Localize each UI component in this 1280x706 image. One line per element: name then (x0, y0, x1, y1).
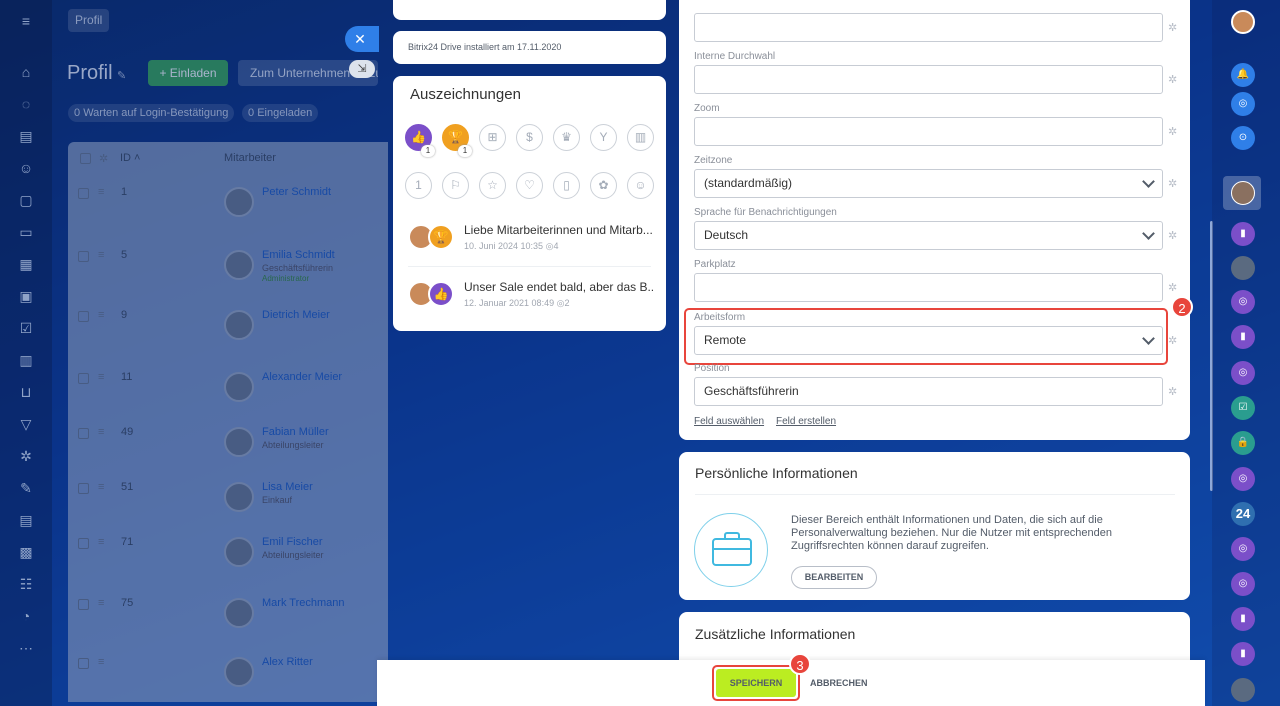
gear-icon[interactable]: ✲ (18, 448, 34, 464)
star-icon[interactable]: ☆ (479, 172, 506, 199)
personal-info-text: Dieser Bereich enthält Informationen und… (791, 514, 1113, 552)
field-settings-icon[interactable]: ✲ (1168, 229, 1177, 242)
cancel-button[interactable]: ABBRECHEN (810, 669, 868, 697)
close-slider-button[interactable]: ✕ (345, 26, 379, 52)
chevron-down-icon (1142, 175, 1155, 188)
chat-icon[interactable]: ▮ (1231, 325, 1255, 349)
chat-avatar[interactable] (1231, 181, 1255, 205)
position-input[interactable]: Geschäftsführerin (694, 377, 1163, 406)
cart-icon[interactable]: ⊔ (18, 384, 34, 400)
field-settings-icon[interactable]: ✲ (1168, 177, 1177, 190)
spiral-chat-icon[interactable]: ◎ (1231, 537, 1255, 561)
parking-input[interactable] (694, 273, 1163, 302)
flag-icon[interactable]: ⚐ (442, 172, 469, 199)
feed-icon[interactable]: ◌ (18, 96, 34, 112)
left-nav: ≡ ⌂ ◌ ▤ ☺ ▢ ▭ ▦ ▣ ☑ ▥ ⊔ ▽ ✲ ✎ ▤ ▩ ☷ ◔ ⋯ (0, 0, 52, 706)
divider (695, 494, 1175, 495)
checklist-icon[interactable]: ☑ (18, 320, 34, 336)
flower-icon[interactable]: ✿ (590, 172, 617, 199)
sign-icon[interactable]: ✎ (18, 480, 34, 496)
chat-icon[interactable]: ▮ (1231, 607, 1255, 631)
divider (408, 266, 651, 267)
smile-icon[interactable]: ☺ (627, 172, 654, 199)
more-icon[interactable]: ⋯ (18, 640, 34, 656)
cake-icon[interactable]: ▥ (627, 124, 654, 151)
workform-select[interactable]: Remote (694, 326, 1163, 355)
crown-icon[interactable]: ♛ (553, 124, 580, 151)
bell-icon[interactable]: 🔔 (1231, 63, 1255, 87)
drive-card: Bitrix24 Drive installiert am 17.11.2020 (393, 31, 666, 64)
step-marker-3: 3 (789, 653, 811, 675)
field-settings-icon[interactable]: ✲ (1168, 125, 1177, 138)
personal-info-title: Persönliche Informationen (695, 465, 858, 481)
user-avatar[interactable] (1231, 10, 1255, 34)
select-field-link[interactable]: Feld auswählen (694, 416, 764, 427)
menu-icon[interactable]: ≡ (18, 13, 34, 29)
field-settings-icon[interactable]: ✲ (1168, 281, 1177, 294)
personal-info-card: Persönliche Informationen Dieser Bereich… (679, 452, 1190, 600)
collapse-icon[interactable]: ⇲ (349, 60, 375, 78)
clock-icon[interactable]: ◔ (18, 608, 34, 624)
bitrix24-icon[interactable]: 24 (1231, 502, 1255, 526)
additional-info-title: Zusätzliche Informationen (695, 626, 856, 642)
chat-icon[interactable]: ▦ (18, 256, 34, 272)
store-icon[interactable]: ▤ (18, 512, 34, 528)
chevron-down-icon (1142, 227, 1155, 240)
group-icon[interactable]: ☷ (18, 576, 34, 592)
employees-icon[interactable]: ☺ (18, 160, 34, 176)
money-icon[interactable]: $ (516, 124, 543, 151)
awards-title: Auszeichnungen (410, 86, 521, 103)
thumbs-up-award-icon: 👍 (428, 281, 454, 307)
timezone-select[interactable]: (standardmäßig) (694, 169, 1163, 198)
spiral-chat-icon[interactable]: ◎ (1231, 572, 1255, 596)
spiral-chat-icon[interactable]: ◎ (1231, 361, 1255, 385)
group-avatar[interactable] (1231, 678, 1255, 702)
filter-icon[interactable]: ▽ (18, 416, 34, 432)
briefcase-icon (694, 513, 768, 587)
field-settings-icon[interactable]: ✲ (1168, 334, 1177, 347)
top-card (393, 0, 666, 20)
beer-icon[interactable]: ▯ (553, 172, 580, 199)
award-count-badge: 1 (458, 145, 472, 157)
spiral-chat-icon[interactable]: ◎ (1231, 290, 1255, 314)
company-icon[interactable]: ▩ (18, 544, 34, 560)
chat-icon[interactable]: ▮ (1231, 222, 1255, 246)
spiral-chat-icon[interactable]: ◎ (1231, 467, 1255, 491)
save-button[interactable]: SPEICHERN (716, 669, 796, 697)
chat-icon[interactable]: ▮ (1231, 642, 1255, 666)
field-top-input[interactable] (694, 13, 1163, 42)
group-avatar[interactable] (1231, 256, 1255, 280)
docs-icon[interactable]: ▢ (18, 192, 34, 208)
heart-icon[interactable]: ♡ (516, 172, 543, 199)
number-one-icon[interactable]: 1 (405, 172, 432, 199)
tasks-icon[interactable]: ▤ (18, 128, 34, 144)
field-settings-icon[interactable]: ✲ (1168, 73, 1177, 86)
step-marker-2: 2 (1171, 296, 1193, 318)
internal-extension-input[interactable] (694, 65, 1163, 94)
language-select[interactable]: Deutsch (694, 221, 1163, 250)
lock-chat-icon[interactable]: 🔒 (1231, 431, 1255, 455)
calendar-icon[interactable]: ▣ (18, 288, 34, 304)
drive-icon[interactable]: ▭ (18, 224, 34, 240)
home-icon[interactable]: ⌂ (18, 64, 34, 80)
create-field-link[interactable]: Feld erstellen (776, 416, 836, 427)
spiral-icon[interactable]: ◎ (1231, 92, 1255, 116)
award-count-badge: 1 (421, 145, 435, 157)
award-post[interactable]: 🏆 Liebe Mitarbeiterinnen und Mitarb... 1… (408, 220, 653, 260)
analytics-icon[interactable]: ▥ (18, 352, 34, 368)
edit-button[interactable]: BEARBEITEN (791, 566, 877, 589)
gift-icon[interactable]: ⊞ (479, 124, 506, 151)
cocktail-icon[interactable]: Y (590, 124, 617, 151)
trophy-award-icon: 🏆 (428, 224, 454, 250)
checkbox-chat-icon[interactable]: ☑ (1231, 396, 1255, 420)
field-settings-icon[interactable]: ✲ (1168, 385, 1177, 398)
award-post[interactable]: 👍 Unser Sale endet bald, aber das B... 1… (408, 277, 654, 317)
field-settings-icon[interactable]: ✲ (1168, 21, 1177, 34)
zoom-input[interactable] (694, 117, 1163, 146)
search-chat-icon[interactable]: ⊙ (1231, 126, 1255, 150)
chevron-down-icon (1142, 332, 1155, 345)
